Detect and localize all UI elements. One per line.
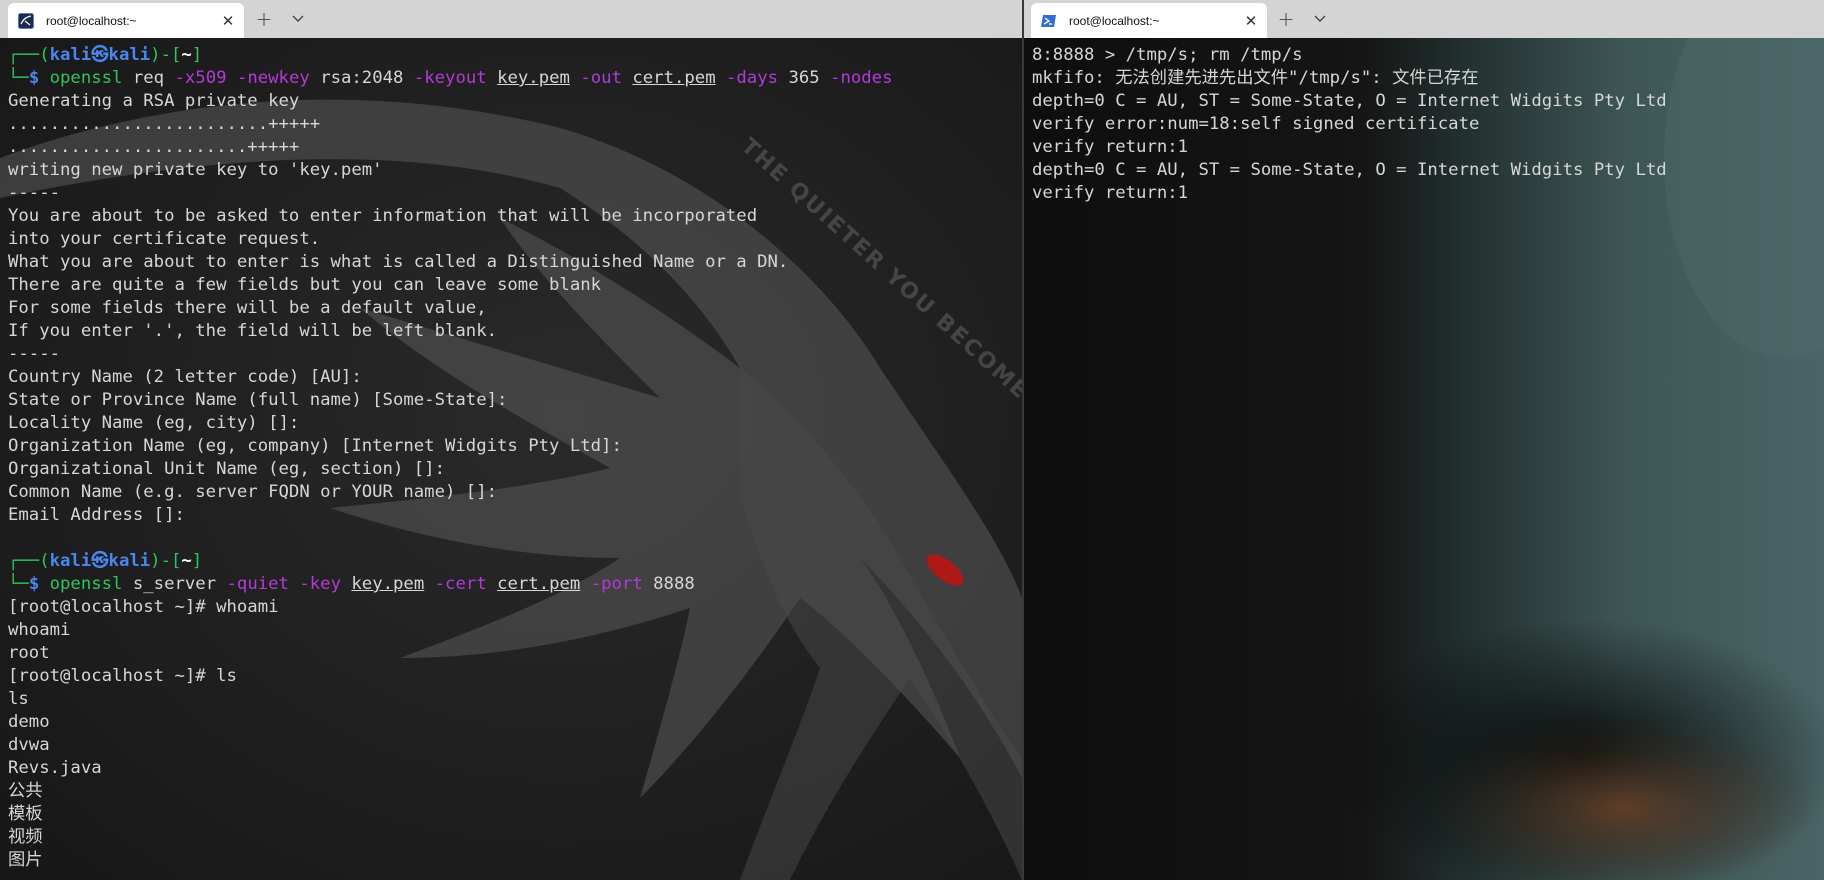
right-terminal-tab[interactable]: root@localhost:~ ✕ [1031,3,1267,38]
prompt-line: ┌──(kali㉿kali)-[~] [8,45,203,65]
output-line: There are quite a few fields but you can… [8,275,602,295]
output-line: State or Province Name (full name) [Some… [8,390,508,410]
left-terminal-pane[interactable]: root@localhost:~ ✕ + THE QUIETER YOU BEC… [0,0,1022,880]
command-line: └─$ openssl s_server -quiet -key key.pem… [8,574,695,594]
output-line: into your certificate request. [8,229,321,249]
output-line: Country Name (2 letter code) [AU]: [8,367,362,387]
output-line: You are about to be asked to enter infor… [8,206,758,226]
output-line: If you enter '.', the field will be left… [8,321,497,341]
output-line: demo [8,712,50,732]
output-line: depth=0 C = AU, ST = Some-State, O = Int… [1032,160,1667,180]
output-line: Common Name (e.g. server FQDN or YOUR na… [8,482,497,502]
output-line: 图片 [8,850,43,870]
output-line: ----- [8,183,61,203]
output-line: What you are about to enter is what is c… [8,252,789,272]
prompt-line: ┌──(kali㉿kali)-[~] [8,551,203,571]
right-tab-bar: root@localhost:~ ✕ + [1024,0,1824,38]
tab-title: root@localhost:~ [46,13,137,28]
output-line: dvwa [8,735,50,755]
close-icon[interactable]: ✕ [218,11,238,31]
output-line: verify error:num=18:self signed certific… [1032,114,1480,134]
output-line: [root@localhost ~]# ls [8,666,237,686]
output-line: verify return:1 [1032,183,1189,203]
output-line: [root@localhost ~]# whoami [8,597,279,617]
output-line: 8:8888 > /tmp/s; rm /tmp/s [1032,45,1303,65]
output-line: mkfifo: 无法创建先进先出文件"/tmp/s": 文件已存在 [1032,68,1479,88]
left-tab-bar: root@localhost:~ ✕ + [0,0,1022,38]
chevron-down-icon[interactable] [286,8,310,30]
right-terminal-output[interactable]: 8:8888 > /tmp/s; rm /tmp/s mkfifo: 无法创建先… [1024,38,1824,880]
output-line: .........................+++++ [8,114,321,134]
command-line: └─$ openssl req -x509 -newkey rsa:2048 -… [8,68,893,88]
output-line: Locality Name (eg, city) []: [8,413,300,433]
output-line: For some fields there will be a default … [8,298,487,318]
right-terminal-pane[interactable]: root@localhost:~ ✕ + 8:8888 > /tmp/s; rm… [1024,0,1824,880]
output-line: verify return:1 [1032,137,1189,157]
output-line: Organization Name (eg, company) [Interne… [8,436,622,456]
output-line: Revs.java [8,758,102,778]
output-line: depth=0 C = AU, ST = Some-State, O = Int… [1032,91,1667,111]
output-line: writing new private key to 'key.pem' [8,160,383,180]
output-line: 视频 [8,827,43,847]
output-line: Organizational Unit Name (eg, section) [… [8,459,445,479]
powershell-icon [1041,13,1057,29]
output-line: ----- [8,344,61,364]
chevron-down-icon[interactable] [1308,8,1332,30]
output-line: 公共 [8,781,43,801]
left-terminal-output[interactable]: THE QUIETER YOU BECOME THE ┌──(kali㉿kali… [0,38,1022,880]
output-line: whoami [8,620,71,640]
left-terminal-tab[interactable]: root@localhost:~ ✕ [8,3,244,38]
output-line: 模板 [8,804,43,824]
new-tab-button[interactable]: + [1274,7,1298,31]
output-line: .......................+++++ [8,137,300,157]
kali-terminal-icon [18,12,34,29]
output-line: Generating a RSA private key [8,91,300,111]
close-icon[interactable]: ✕ [1241,11,1261,31]
new-tab-button[interactable]: + [252,7,276,31]
output-line: root [8,643,50,663]
output-line: Email Address []: [8,505,185,525]
tab-title: root@localhost:~ [1069,13,1160,28]
output-line: ls [8,689,29,709]
